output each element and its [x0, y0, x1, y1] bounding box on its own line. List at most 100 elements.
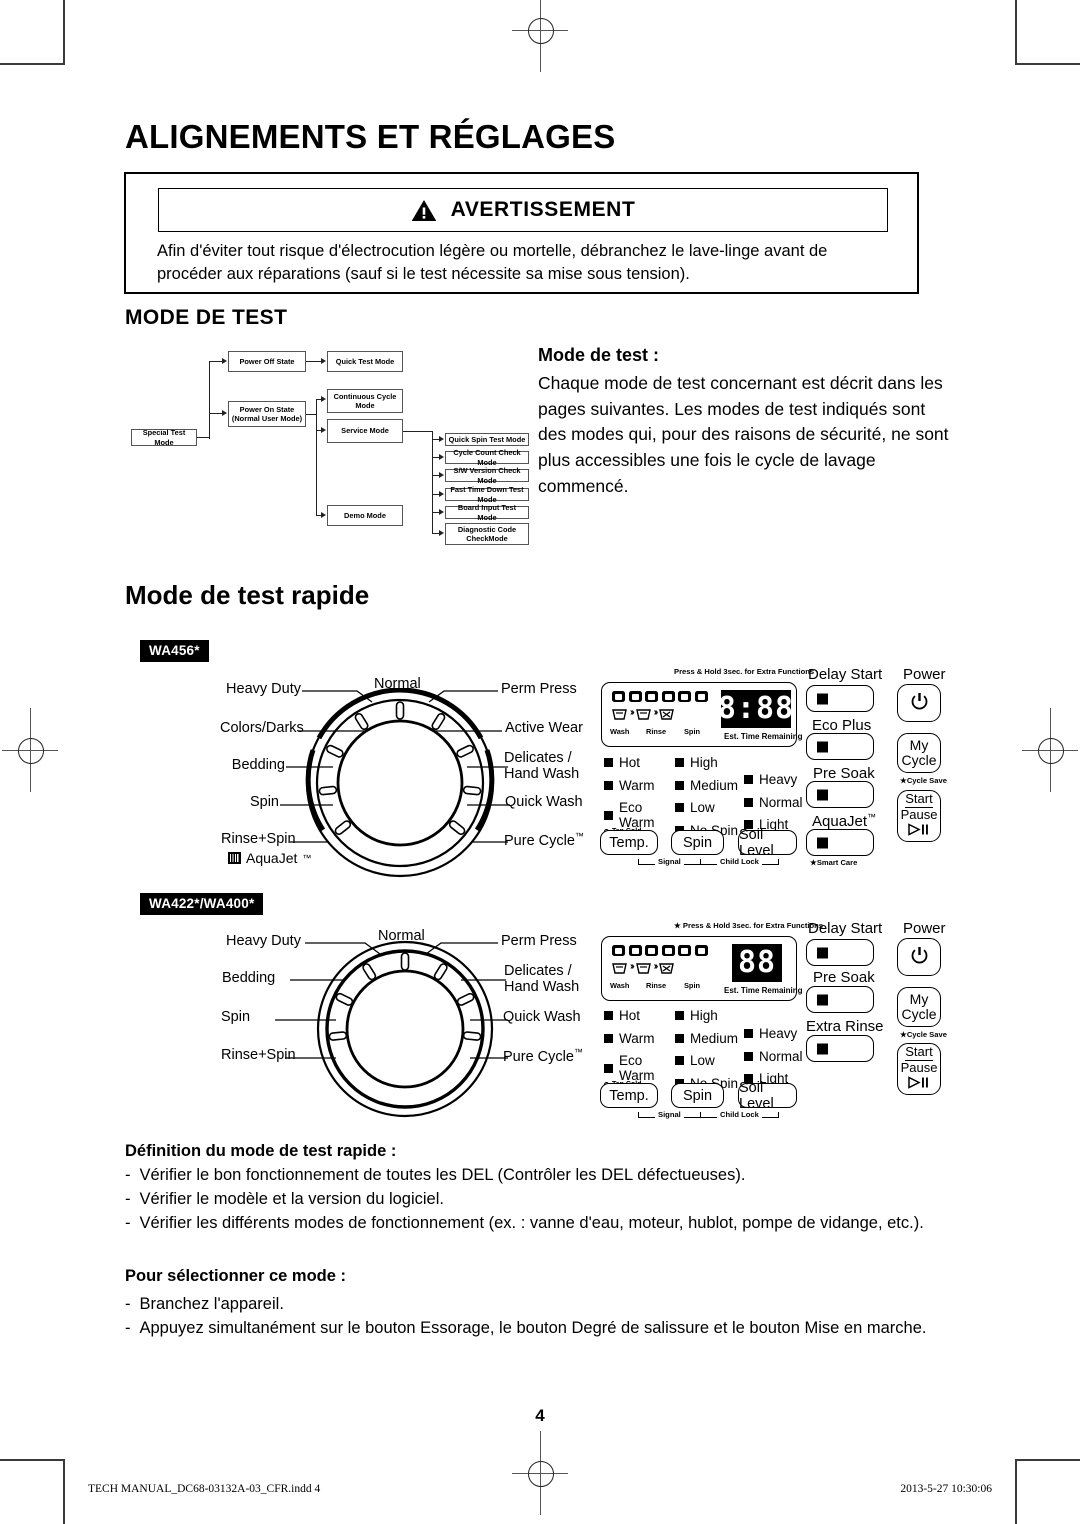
crop-mark-bottom-left-h [0, 1459, 65, 1461]
warning-label: AVERTISSEMENT [450, 198, 636, 221]
led-high-wa422: High [675, 1008, 738, 1023]
play-pause-icon [907, 823, 931, 839]
smart-care-note-wa456: ★Smart Care [810, 858, 858, 867]
led-indicator [675, 1011, 684, 1020]
time-display-caption-wa456: Est. Time Remaining [724, 732, 803, 741]
led-indicator [675, 758, 684, 767]
progress-icon-row-wa422: ›› ›› [612, 961, 675, 974]
key-icon [612, 945, 625, 956]
pre-soak-button-wa422[interactable] [806, 986, 874, 1013]
eco-plus-button-wa456[interactable] [806, 733, 874, 760]
model-tag-wa422-wa400: WA422*/WA400* [140, 893, 264, 915]
led-medium-wa456: Medium [675, 778, 738, 793]
flow-node-fast-time-down-test-mode: Fast Time Down Test Mode [445, 485, 529, 504]
aquajet-label-wa456: AquaJet™ [812, 812, 877, 830]
extra-functions-hint-wa422: ★ Press & Hold 3sec. for Extra Functions [674, 921, 824, 930]
dial-label-spin: Spin [249, 794, 279, 810]
start-pause-button-wa456[interactable]: Start Pause [897, 790, 941, 842]
led-hot-wa422: Hot [604, 1008, 655, 1023]
aquajet-button-wa456[interactable] [806, 829, 874, 856]
flow-node-board-input-test-mode: Board Input Test Mode [445, 503, 529, 522]
status-icon-row-wa456 [612, 691, 708, 702]
warning-body: Afin d'éviter tout risque d'électrocutio… [157, 242, 828, 284]
delay-start-button-wa456[interactable] [806, 685, 874, 712]
flow-connector [432, 512, 439, 514]
led-normal-wa422: Normal [744, 1049, 803, 1064]
flow-arrow [439, 436, 444, 442]
power-icon [910, 946, 929, 968]
led-indicator [744, 1029, 753, 1038]
led-medium-wa422: Medium [675, 1031, 738, 1046]
led-indicator [604, 758, 613, 767]
lock-icon [661, 945, 675, 956]
led-indicator [604, 1033, 613, 1043]
aquajet-icon [228, 852, 241, 864]
led-eco-warm-wa422: Eco Warm [604, 1053, 655, 1083]
child-lock-brace-wa456: Child Lock [700, 857, 779, 866]
extra-rinse-button-wa422[interactable] [806, 1035, 874, 1062]
led-indicator [675, 803, 684, 812]
warning-header: AVERTISSEMENT [158, 188, 888, 232]
selection-block: Pour sélectionner ce mode : - Branchez l'… [125, 1265, 965, 1341]
registration-mark-right [1022, 708, 1078, 792]
flow-connector [209, 361, 211, 439]
progress-label-wash-wa422: Wash [610, 981, 630, 990]
temp-button-wa456[interactable]: Temp. [600, 830, 658, 855]
led-indicator [744, 1051, 753, 1061]
ecoplus-icon [694, 691, 708, 702]
delay-start-button-wa422[interactable] [806, 939, 874, 966]
flow-node-cycle-count-check-mode: Cycle Count Check Mode [445, 448, 529, 467]
dial-label-bedding: Bedding [231, 757, 285, 773]
led-indicator [675, 780, 684, 790]
test-mode-flowchart: Special Test Mode Power Off State Power … [128, 345, 536, 560]
flow-connector [306, 414, 316, 416]
flow-node-special-test-mode: Special Test Mode [131, 428, 197, 447]
wash-basket-icon [612, 962, 627, 974]
soil-level-button-wa422[interactable]: Soil Level [738, 1080, 797, 1112]
spin-button-wa422[interactable]: Spin [671, 1083, 724, 1108]
led-heavy-wa422: Heavy [744, 1026, 803, 1041]
dial-label-normal: Normal [374, 676, 421, 692]
soil-level-button-wa456[interactable]: Soil Level [738, 827, 797, 859]
dial-label-rinse-spin: Rinse+Spin [221, 831, 296, 847]
crop-mark-bottom-right-h [1015, 1459, 1080, 1461]
power-label-wa456: Power [903, 666, 946, 683]
progress-icon-row-wa456: ›› ›› [612, 708, 675, 720]
flow-node-power-off-state: Power Off State [228, 351, 306, 372]
play-pause-icon [907, 1076, 931, 1092]
model-tag-wa456: WA456* [140, 640, 209, 662]
pre-soak-button-wa456[interactable] [806, 781, 874, 808]
chevron-right-icon: ›› [630, 961, 634, 972]
flow-connector [403, 431, 432, 433]
power-button-wa422[interactable] [897, 938, 941, 976]
start-pause-button-wa422[interactable]: Start Pause [897, 1043, 941, 1095]
progress-label-spin-wa456: Spin [684, 727, 701, 736]
progress-label-spin-wa422: Spin [684, 981, 701, 990]
crop-mark-bottom-right-v [1015, 1459, 1017, 1524]
wash-basket-icon [612, 708, 627, 720]
spin-button-wa456[interactable]: Spin [671, 830, 724, 855]
led-warm-wa456: Warm [604, 778, 655, 793]
spin-basket-icon [659, 708, 675, 720]
page-number: 4 [535, 1406, 545, 1425]
dial-label-delicates-hand-wash: Delicates / Hand Wash [504, 750, 580, 783]
power-button-wa456[interactable] [897, 684, 941, 722]
power-icon [910, 692, 929, 714]
ecoplus-icon [694, 945, 708, 956]
extra-rinse-label-wa422: Extra Rinse [806, 1018, 884, 1035]
flow-node-continuous-cycle-mode: Continuous Cycle Mode [327, 389, 403, 413]
aquajet-label: AquaJet [246, 850, 298, 866]
start-pause-label2: Pause [900, 1060, 938, 1076]
crop-mark-top-right-v [1015, 0, 1017, 65]
definition-item: - Vérifier le bon fonctionnement de toute… [125, 1165, 746, 1184]
my-cycle-button-wa422[interactable]: My Cycle [897, 987, 941, 1027]
flow-node-service-mode: Service Mode [327, 419, 403, 443]
dial-label-bedding-wa422: Bedding [222, 970, 276, 986]
temp-button-wa422[interactable]: Temp. [600, 1083, 658, 1108]
time-display-wa422: 88 [732, 944, 782, 982]
flow-connector [209, 361, 222, 363]
selection-item: - Branchez l'appareil. [125, 1294, 284, 1313]
crop-mark-top-left-h [0, 63, 65, 65]
my-cycle-button-wa456[interactable]: My Cycle [897, 733, 941, 773]
start-pause-label2: Pause [900, 807, 938, 823]
